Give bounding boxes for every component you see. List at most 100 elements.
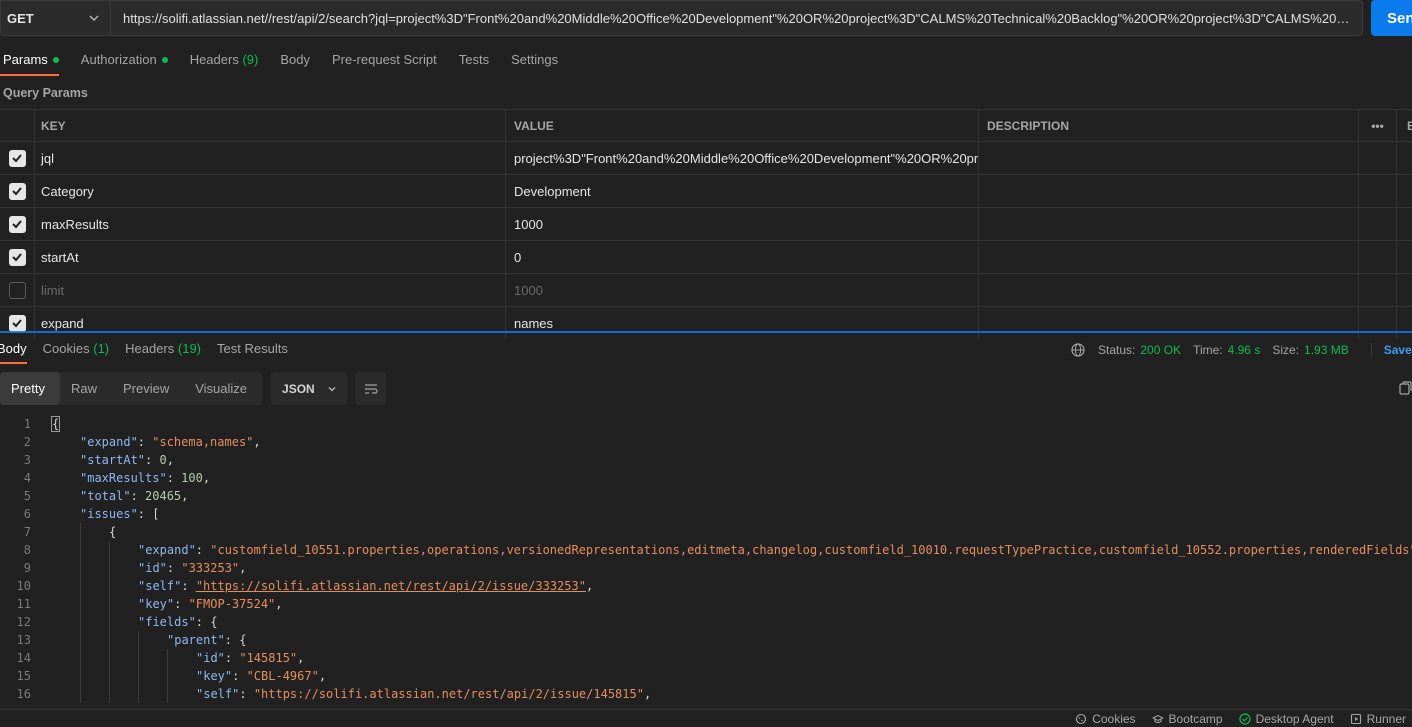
param-checkbox[interactable] (8, 149, 26, 167)
code-text: "key": "CBL-4967", (196, 669, 327, 683)
code-line: 8 "expand": "customfield_10551.properties… (0, 541, 1412, 559)
tab-tests[interactable]: Tests (459, 46, 489, 76)
url-input[interactable]: https://solifi.atlassian.net//rest/api/2… (110, 0, 1363, 36)
param-description[interactable] (979, 142, 1359, 174)
footer-desktop-agent-button[interactable]: Desktop Agent (1238, 712, 1334, 726)
param-key[interactable]: startAt (35, 241, 506, 273)
indent-guide (167, 685, 168, 703)
table-row: jql project%3D"Front%20and%20Middle%20Of… (0, 142, 1412, 175)
param-value[interactable]: 1000 (506, 208, 979, 240)
param-description[interactable] (979, 307, 1359, 339)
param-checkbox[interactable] (8, 182, 26, 200)
code-text: "key": "FMOP-37524", (138, 597, 283, 611)
code-text: "id": "333253", (138, 561, 247, 575)
json-value: "145815" (239, 651, 298, 665)
wrap-lines-icon (364, 383, 378, 394)
indent-guide (80, 685, 81, 703)
row-spacer (1359, 241, 1397, 273)
copy-icon[interactable] (1397, 381, 1412, 397)
method-select[interactable]: GET (0, 0, 110, 36)
tab-params[interactable]: Params (0, 46, 59, 76)
send-button[interactable]: Send (1371, 0, 1412, 36)
size-value[interactable]: 1.93 MB (1304, 343, 1349, 357)
param-checkbox[interactable] (8, 314, 26, 332)
status-value[interactable]: 200 OK (1140, 343, 1181, 357)
query-params-heading: Query Params (3, 86, 88, 100)
code-line: 16 "self": "https://solifi.atlassian.net/… (0, 685, 1412, 703)
tab-authorization[interactable]: Authorization (81, 46, 168, 76)
json-link-value[interactable]: "https://solifi.atlassian.net/rest/api/2… (196, 579, 586, 593)
indent-guide (138, 631, 139, 649)
line-number: 2 (23, 435, 31, 449)
tab-settings[interactable]: Settings (511, 46, 558, 76)
footer-runner-button[interactable]: Runner (1350, 712, 1406, 726)
param-description[interactable] (979, 175, 1359, 207)
bulk-edit-button[interactable]: B (1397, 110, 1412, 142)
tab-test-results[interactable]: Test Results (217, 334, 288, 364)
param-key[interactable]: maxResults (35, 208, 506, 240)
tab-pre-request-script[interactable]: Pre-request Script (332, 46, 437, 76)
table-row: maxResults 1000 (0, 208, 1412, 241)
indent-guide (109, 613, 110, 631)
tab-response-body[interactable]: Body (0, 334, 27, 364)
param-checkbox[interactable] (8, 281, 26, 299)
code-text: { (50, 415, 61, 433)
tab-label: Body (0, 341, 27, 356)
header-value: VALUE (506, 110, 979, 142)
code-line: 9 "id": "333253", (0, 559, 1412, 577)
param-checkbox[interactable] (8, 248, 26, 266)
param-value[interactable]: Development (506, 175, 979, 207)
param-description[interactable] (979, 241, 1359, 273)
param-key[interactable]: limit (35, 274, 506, 306)
save-response-button[interactable]: Save Res (1370, 343, 1412, 357)
tab-headers[interactable]: Headers (9) (190, 46, 259, 76)
view-pretty-button[interactable]: Pretty (0, 372, 60, 405)
param-value[interactable]: names (506, 307, 979, 339)
line-number: 14 (16, 651, 31, 665)
footer-bootcamp-button[interactable]: Bootcamp (1151, 711, 1223, 726)
param-key[interactable]: jql (35, 142, 506, 174)
param-description[interactable] (979, 274, 1359, 306)
pane-resize-handle[interactable] (0, 331, 1412, 333)
param-value[interactable]: project%3D"Front%20and%20Middle%20Office… (506, 142, 979, 174)
wrap-lines-button[interactable] (355, 372, 387, 405)
tab-label: Settings (511, 52, 559, 67)
indent-guide (138, 667, 139, 685)
param-description[interactable] (979, 208, 1359, 240)
param-value[interactable]: 0 (506, 241, 979, 273)
response-body-code[interactable]: 1{ 2 "expand": "schema,names", 3 "startAt"… (0, 415, 1412, 705)
view-raw-button[interactable]: Raw (60, 372, 112, 405)
tab-body[interactable]: Body (280, 46, 310, 76)
footer-label: Bootcamp (1168, 711, 1223, 726)
network-globe-icon[interactable] (1070, 342, 1086, 358)
code-text: "expand": "schema,names", (80, 435, 261, 449)
param-key[interactable]: Category (35, 175, 506, 207)
view-visualize-button[interactable]: Visualize (184, 372, 262, 405)
brace: { (50, 416, 61, 432)
line-number: 15 (16, 669, 31, 683)
indent-guide (80, 577, 81, 595)
json-key: "self" (138, 579, 182, 593)
tab-label: Cookies (42, 341, 90, 356)
method-label: GET (7, 10, 34, 26)
format-select[interactable]: JSON (271, 372, 348, 405)
response-status-bar: Status: 200 OK Time: 4.96 s Size: 1.93 M… (1070, 342, 1412, 358)
time-value[interactable]: 4.96 s (1228, 343, 1261, 357)
status-label: Status: (1098, 343, 1136, 357)
tab-label: Test Results (217, 341, 288, 356)
param-value[interactable]: 1000 (506, 274, 979, 306)
url-text: https://solifi.atlassian.net//rest/api/2… (123, 10, 1352, 26)
more-options-button[interactable]: ••• (1359, 110, 1397, 142)
indent-guide (80, 541, 81, 559)
tab-response-headers[interactable]: Headers (19) (125, 334, 201, 364)
param-checkbox[interactable] (8, 215, 26, 233)
check-icon (12, 187, 22, 196)
indent-guide (109, 631, 110, 649)
view-preview-button[interactable]: Preview (112, 372, 184, 405)
footer-cookies-button[interactable]: Cookies (1075, 712, 1136, 726)
tab-response-cookies[interactable]: Cookies (1) (43, 334, 109, 364)
tab-label: Headers (125, 341, 175, 356)
row-spacer (1359, 307, 1397, 339)
code-line: 2 "expand": "schema,names", (0, 433, 1412, 451)
indent-guide (138, 649, 139, 667)
